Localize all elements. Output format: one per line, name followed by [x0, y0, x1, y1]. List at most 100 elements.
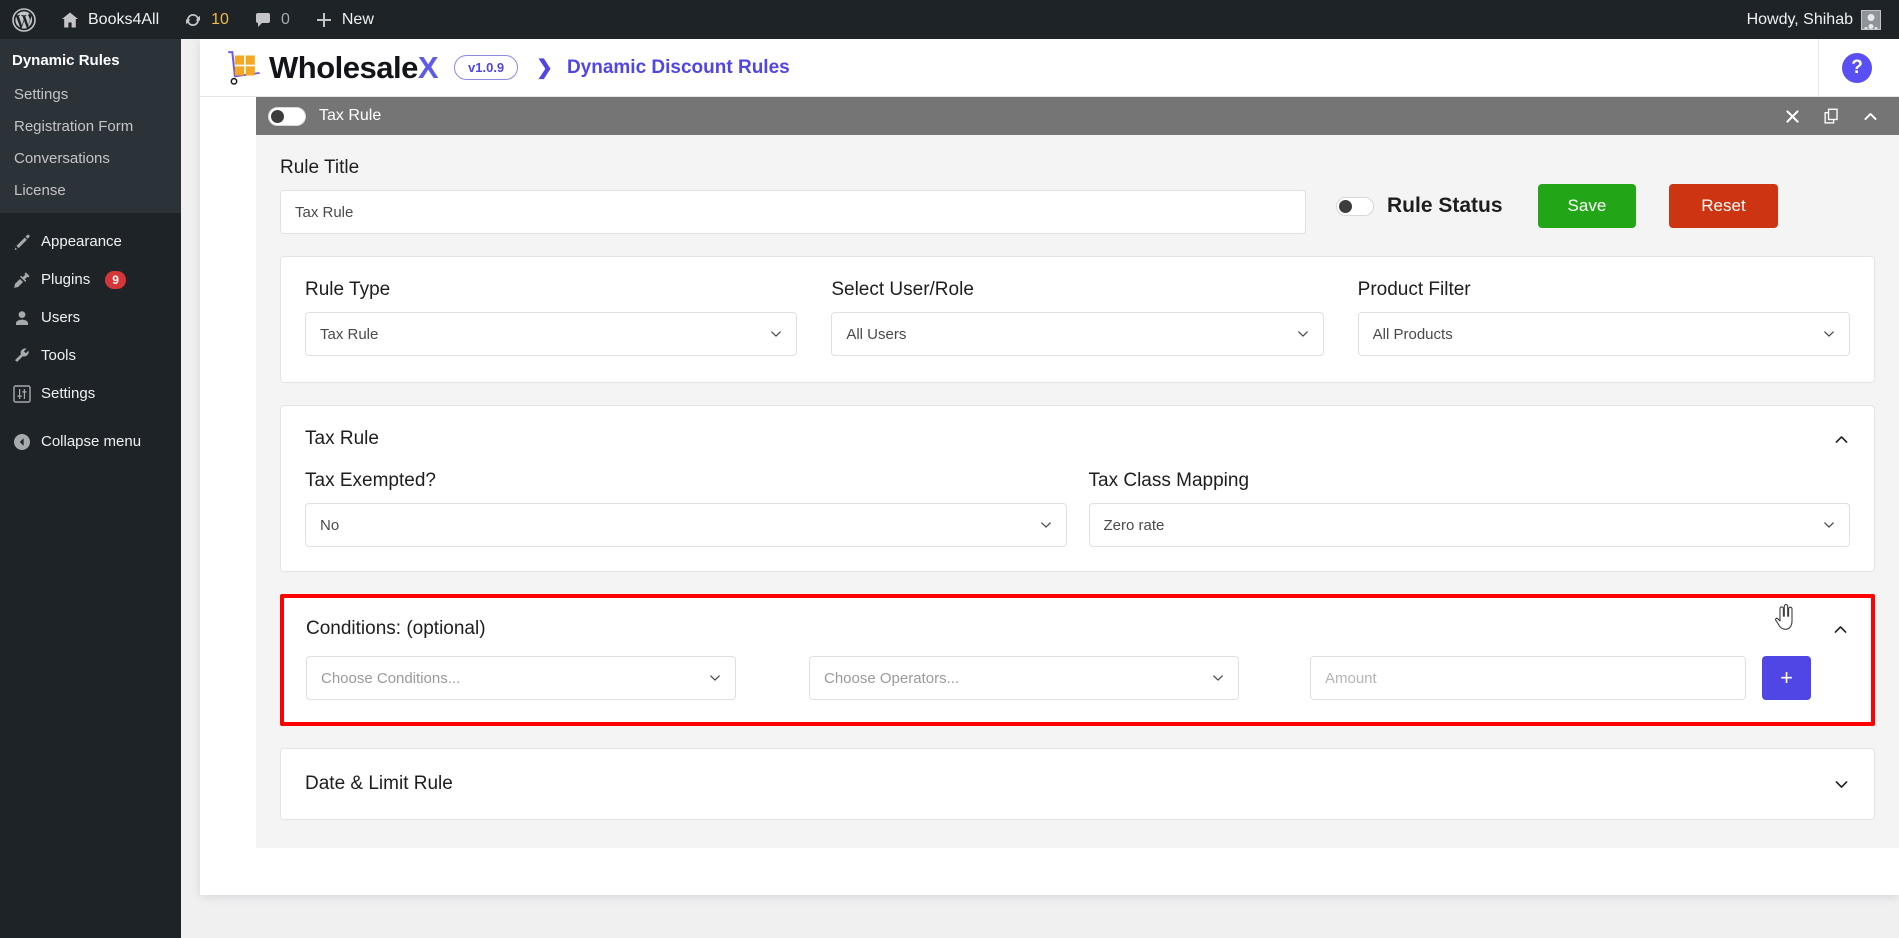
updates-menu[interactable]: 10 — [171, 0, 241, 39]
new-content-menu[interactable]: New — [302, 0, 386, 39]
rule-title-input[interactable] — [280, 190, 1306, 234]
plugins-update-badge: 9 — [105, 271, 126, 289]
save-button[interactable]: Save — [1537, 184, 1637, 228]
product-filter-label: Product Filter — [1357, 279, 1471, 300]
brand-accent: X — [417, 49, 439, 85]
tax-rule-panel-head[interactable]: Tax Rule — [305, 428, 1850, 450]
settings-sliders-icon — [13, 385, 31, 403]
rule-type-label: Rule Type — [305, 279, 391, 300]
admin-sidebar: Dynamic Rules Settings Registration Form… — [0, 39, 181, 938]
tax-class-mapping-select[interactable]: Zero rate — [1088, 503, 1850, 547]
users-icon — [16, 311, 28, 325]
avatar — [1861, 9, 1881, 30]
user-role-field: Select User/Role All Users — [831, 279, 1324, 356]
site-name-menu[interactable]: Books4All — [48, 0, 171, 39]
sidebar-plugin-submenu: Dynamic Rules Settings Registration Form… — [0, 39, 181, 213]
rule-title-row: Rule Title Rule Status Save Reset — [280, 157, 1875, 234]
chevron-right-icon: ❯ — [536, 57, 553, 79]
comments-icon — [255, 12, 270, 27]
tax-class-mapping-select-wrap: Zero rate — [1088, 503, 1850, 547]
sidebar-item-appearance[interactable]: Appearance — [0, 223, 181, 261]
chevron-up-icon[interactable] — [1862, 108, 1879, 125]
wp-logo-menu[interactable] — [0, 0, 48, 39]
wholesalex-cart-logo-icon — [228, 50, 260, 85]
collapse-arrow-icon — [14, 434, 30, 450]
updates-count: 10 — [211, 10, 229, 28]
chevron-down-icon[interactable] — [1833, 776, 1850, 793]
sidebar-item-conversations[interactable]: Conversations — [0, 143, 181, 175]
product-filter-field: Product Filter All Products — [1357, 279, 1850, 356]
tax-rule-fields: Tax Exempted? No Tax Class Mapping Zero … — [305, 470, 1850, 547]
sidebar-separator — [0, 213, 181, 223]
sidebar-item-license[interactable]: License — [0, 175, 181, 207]
conditions-panel-head[interactable]: Conditions: (optional) — [306, 618, 1849, 640]
amount-input[interactable] — [1310, 656, 1746, 700]
sidebar-item-registration-form[interactable]: Registration Form — [0, 111, 181, 143]
date-limit-panel-title: Date & Limit Rule — [305, 773, 453, 794]
sidebar-item-users[interactable]: Users — [0, 299, 181, 337]
wp-admin-bar: Books4All 10 0 New Howdy, Shihab — [0, 0, 1899, 39]
condition-select-wrap: Choose Conditions... — [306, 656, 736, 700]
product-filter-select[interactable]: All Products — [1357, 312, 1850, 356]
sidebar-item-tools[interactable]: Tools — [0, 337, 181, 375]
sidebar-item-settings-plugin[interactable]: Settings — [0, 79, 181, 111]
version-badge: v1.0.9 — [454, 55, 519, 80]
rule-type-select-wrap: Tax Rule — [305, 312, 798, 356]
rule-title-label: Rule Title — [280, 157, 360, 178]
sidebar-item-label: Settings — [14, 86, 69, 103]
sidebar-item-plugins[interactable]: Plugins 9 — [0, 261, 181, 299]
toggle-knob — [271, 109, 284, 123]
operator-select-col: Choose Operators... — [809, 656, 1239, 700]
sidebar-item-dynamic-rules[interactable]: Dynamic Rules — [0, 43, 181, 79]
user-role-select[interactable]: All Users — [831, 312, 1324, 356]
tax-class-mapping-label: Tax Class Mapping — [1088, 470, 1250, 491]
brand-name: WholesaleX — [269, 49, 439, 86]
condition-row: Choose Conditions... Choose Operators...… — [306, 656, 1849, 700]
sidebar-separator-2 — [0, 413, 181, 423]
duplicate-copy-icon[interactable] — [1823, 108, 1840, 125]
sidebar-collapse-label: Collapse menu — [41, 433, 142, 450]
product-filter-select-wrap: All Products — [1357, 312, 1850, 356]
help-question-icon[interactable]: ? — [1842, 52, 1872, 83]
operator-select-wrap: Choose Operators... — [809, 656, 1239, 700]
sidebar-item-label: License — [14, 182, 66, 199]
sidebar-item-label: Tools — [41, 347, 77, 364]
condition-select[interactable]: Choose Conditions... — [306, 656, 736, 700]
sidebar-item-label: Dynamic Rules — [12, 52, 120, 69]
chevron-up-icon[interactable] — [1832, 621, 1849, 638]
operator-select[interactable]: Choose Operators... — [809, 656, 1239, 700]
tax-rule-panel-title: Tax Rule — [305, 428, 379, 449]
date-limit-panel: Date & Limit Rule — [280, 748, 1875, 820]
date-limit-panel-head[interactable]: Date & Limit Rule — [305, 773, 1850, 795]
sidebar-item-label: Users — [41, 309, 81, 326]
rule-type-select[interactable]: Tax Rule — [305, 312, 798, 356]
sidebar-item-label: Settings — [41, 385, 96, 402]
sidebar-item-settings[interactable]: Settings — [0, 375, 181, 413]
reset-button[interactable]: Reset — [1669, 184, 1778, 228]
rule-enable-toggle[interactable] — [268, 106, 306, 126]
sidebar-item-label: Registration Form — [14, 118, 134, 135]
comments-menu[interactable]: 0 — [241, 0, 302, 39]
tax-rule-panel: Tax Rule Tax Exempted? No Tax Class Mapp… — [280, 405, 1875, 572]
amount-input-col — [1310, 656, 1746, 700]
sidebar-item-label: Plugins — [41, 271, 91, 288]
tools-wrench-icon — [15, 348, 29, 362]
add-condition-button[interactable]: + — [1762, 656, 1811, 700]
brand-main: Wholesale — [269, 49, 418, 85]
new-content-label: New — [341, 10, 374, 28]
chevron-up-icon[interactable] — [1833, 431, 1850, 448]
my-account-menu[interactable]: Howdy, Shihab — [1735, 0, 1899, 39]
toggle-knob — [1339, 199, 1352, 213]
user-role-label: Select User/Role — [831, 279, 974, 300]
close-x-icon[interactable] — [1784, 108, 1801, 125]
user-role-select-wrap: All Users — [831, 312, 1324, 356]
rule-toolbar: Tax Rule — [256, 97, 1899, 135]
plugins-plug-icon — [14, 272, 30, 288]
header-divider — [1818, 39, 1819, 96]
plugin-header: WholesaleX v1.0.9 ❯ Dynamic Discount Rul… — [200, 39, 1899, 97]
sidebar-collapse-menu[interactable]: Collapse menu — [0, 423, 181, 461]
tax-exempted-select[interactable]: No — [305, 503, 1067, 547]
rule-status-toggle[interactable] — [1336, 196, 1374, 216]
tax-exempted-select-wrap: No — [305, 503, 1067, 547]
howdy-label: Howdy, Shihab — [1746, 10, 1853, 28]
